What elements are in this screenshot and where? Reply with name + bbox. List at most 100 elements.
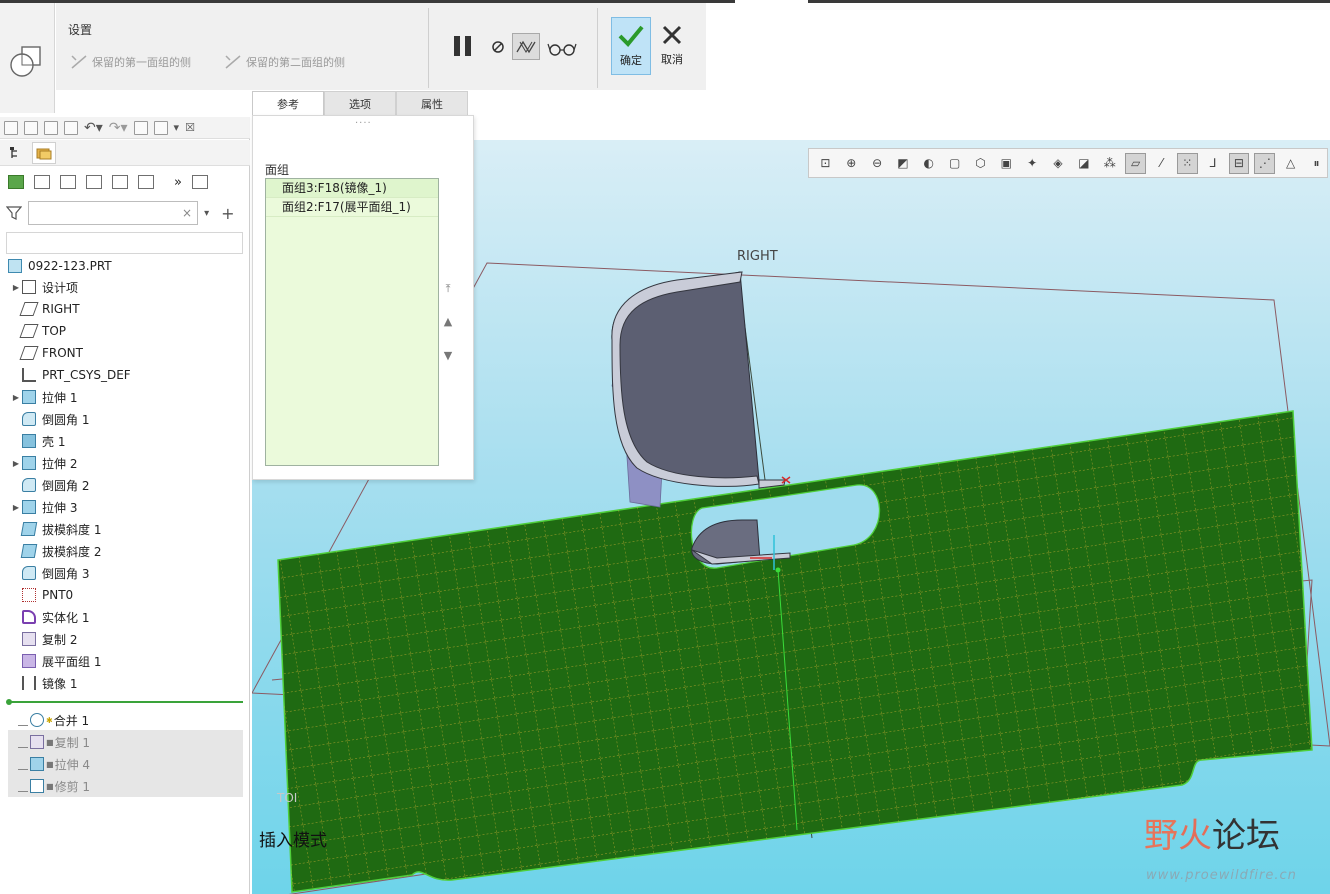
panel-grip[interactable]: ···· [355, 118, 372, 129]
keep-first-quilt-side-label: 保留的第一面组的侧 [92, 56, 191, 69]
pause-display-icon[interactable]: ⏸ [1306, 153, 1327, 174]
tree-item-after-insert[interactable]: ■ 复制 1 [18, 731, 268, 753]
tree-item-after-insert[interactable]: ✱ 合并 1 [18, 709, 268, 731]
saved-orientations-icon[interactable]: ▢ [944, 153, 965, 174]
quilts-collector[interactable]: 面组3:F18(镜像_1) 面组2:F17(展平面组_1) [265, 178, 439, 466]
regenerate-icon[interactable] [133, 120, 148, 135]
csys-display-icon[interactable]: ⅃ [1203, 153, 1224, 174]
expand-arrow-icon[interactable]: ▶ [10, 393, 22, 402]
move-down-icon[interactable]: ▼ [441, 349, 455, 363]
annotation-display-icon[interactable]: ⁂ [1099, 153, 1120, 174]
tree-item[interactable]: 壳 1 [10, 430, 260, 452]
tab-properties[interactable]: 属性 [396, 91, 468, 115]
display-style-icon[interactable]: ◈ [1048, 153, 1069, 174]
tree-item-label: 拔模斜度 2 [42, 544, 102, 559]
tree-item-label: 复制 1 [54, 735, 91, 750]
tree-item[interactable]: RIGHT [10, 298, 260, 320]
notes-icon[interactable] [191, 175, 208, 189]
clear-search-icon[interactable]: × [182, 206, 192, 220]
tree-item[interactable]: 拔模斜度 2 [10, 540, 260, 562]
tree-item-label: 复制 2 [42, 632, 78, 647]
tree-item[interactable]: 倒圆角 3 [10, 562, 260, 584]
expand-arrow-icon[interactable]: ▶ [10, 283, 22, 292]
list-item[interactable]: 面组2:F17(展平面组_1) [266, 198, 438, 217]
close-window-icon[interactable]: ☒ [185, 121, 195, 134]
spin-center-icon[interactable]: ◐ [918, 153, 939, 174]
axis-display-icon[interactable]: ⁄ [1151, 153, 1172, 174]
tree-item[interactable]: PNT0 [10, 584, 260, 606]
expand-arrow-icon[interactable]: ▶ [10, 503, 22, 512]
keep-second-quilt-side-option[interactable]: 保留的第二面组的侧 [224, 54, 345, 70]
list-item[interactable]: 面组3:F18(镜像_1) [266, 179, 438, 198]
dashboard-main [56, 3, 706, 90]
tree-columns-icon[interactable] [60, 175, 76, 189]
tree-item[interactable]: 拔模斜度 1 [10, 518, 260, 540]
refit-icon[interactable]: ⊡ [815, 153, 836, 174]
more-icon[interactable]: » [174, 175, 182, 190]
ok-button[interactable]: 确定 [611, 17, 651, 75]
add-icon[interactable]: + [221, 204, 234, 223]
open-folder-icon[interactable] [44, 120, 58, 135]
tree-settings-icon[interactable] [138, 175, 154, 189]
insert-here-marker[interactable] [8, 701, 243, 703]
tree-item[interactable]: FRONT [10, 342, 260, 364]
zoom-out-icon[interactable]: ⊖ [867, 153, 888, 174]
tree-item[interactable]: 实体化 1 [10, 606, 260, 628]
tree-item[interactable]: TOP [10, 320, 260, 342]
tree-item[interactable]: 倒圆角 1 [10, 408, 260, 430]
section-icon[interactable]: ✦ [1022, 153, 1043, 174]
folder-browser-tab[interactable] [32, 142, 56, 164]
open-file-icon[interactable] [24, 120, 38, 135]
tree-item[interactable]: 镜像 1 [10, 672, 260, 694]
tree-item[interactable]: 展平面组 1 [10, 650, 260, 672]
cancel-button[interactable]: 取消 [652, 17, 692, 75]
geometry-preview-button[interactable] [512, 33, 540, 60]
search-input[interactable] [28, 201, 198, 225]
tree-item[interactable]: ▶ 设计项 [10, 276, 260, 298]
pause-button[interactable] [450, 33, 476, 59]
move-up-icon[interactable]: ▲ [441, 315, 455, 329]
zoom-in-icon[interactable]: ⊕ [841, 153, 862, 174]
filter-icon[interactable] [6, 205, 22, 221]
tree-item[interactable]: 复制 2 [10, 628, 260, 650]
verify-preview-button[interactable] [546, 37, 578, 59]
show-icon[interactable] [8, 175, 24, 189]
tab-references[interactable]: 参考 [252, 91, 324, 115]
tree-item[interactable]: 倒圆角 2 [10, 474, 260, 496]
tree-list-icon[interactable] [34, 175, 50, 189]
point-display-icon[interactable]: ⁙ [1176, 152, 1198, 174]
view-manager-icon[interactable]: ⬡ [970, 153, 991, 174]
perspective-icon[interactable]: ▣ [996, 153, 1017, 174]
tree-item[interactable]: ▶ 拉伸 3 [10, 496, 260, 518]
warning-display-icon[interactable]: △ [1280, 153, 1301, 174]
customize-dropdown-icon[interactable]: ▾ [174, 121, 180, 134]
no-preview-button[interactable] [488, 37, 508, 57]
connections-display-icon[interactable]: ⋰ [1254, 152, 1276, 174]
repaint-icon[interactable]: ◩ [893, 153, 914, 174]
tree-item-after-insert[interactable]: ■ 拉伸 4 [18, 753, 268, 775]
undo-icon[interactable]: ↶▾ [84, 120, 103, 136]
save-icon[interactable] [64, 120, 78, 135]
tree-item[interactable]: ▶ 拉伸 2 [10, 452, 260, 474]
tree-connector [18, 759, 28, 770]
search-dropdown-icon[interactable]: ▾ [204, 208, 209, 219]
move-to-top-icon[interactable]: ⤒ [441, 282, 455, 296]
tree-filter-icon[interactable] [112, 175, 128, 189]
expand-arrow-icon[interactable]: ▶ [10, 459, 22, 468]
edge-display-icon[interactable]: ◪ [1073, 153, 1094, 174]
tab-options[interactable]: 选项 [324, 91, 396, 115]
tree-item[interactable]: PRT_CSYS_DEF [10, 364, 260, 386]
new-file-icon[interactable] [4, 120, 18, 135]
table-icon[interactable] [86, 175, 102, 189]
plane-display-icon[interactable]: ▱ [1125, 152, 1146, 174]
tree-root[interactable]: 0922-123.PRT [8, 255, 258, 277]
redo-icon[interactable]: ↷▾ [109, 120, 128, 136]
windows-icon[interactable] [153, 120, 168, 135]
tree-item[interactable]: ▶ 拉伸 1 [10, 386, 260, 408]
tree-item-label: 实体化 1 [42, 610, 90, 625]
keep-first-quilt-side-option[interactable]: 保留的第一面组的侧 [70, 54, 191, 70]
model-tree-tab[interactable] [4, 142, 28, 164]
suppressed-marker-icon: ■ [46, 781, 54, 791]
spin-center-display-icon[interactable]: ⊟ [1228, 152, 1250, 174]
tree-item-after-insert[interactable]: ■ 修剪 1 [18, 775, 268, 797]
